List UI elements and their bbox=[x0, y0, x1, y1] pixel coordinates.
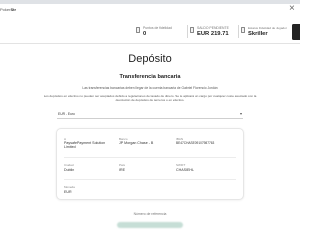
currency-select-value: EUR - Euro bbox=[58, 112, 75, 116]
info-text-cash-policy: Los depósitos en efectivo no pueden ser … bbox=[43, 94, 257, 103]
divider bbox=[187, 25, 188, 38]
stat-label-loyalty: Puntos de fidelidad bbox=[143, 26, 172, 30]
swift-value[interactable]: CHASIEHL bbox=[176, 168, 194, 172]
close-icon[interactable]: × bbox=[289, 4, 295, 14]
row-divider bbox=[64, 157, 236, 158]
status-icon bbox=[241, 27, 245, 33]
country-value: IRE bbox=[119, 168, 125, 172]
iban-value[interactable]: BE47CHASE09107987763 bbox=[176, 141, 214, 145]
section-title: Transferencia bancaria bbox=[119, 74, 181, 80]
header-divider bbox=[0, 43, 300, 44]
caret-down-icon: ▾ bbox=[239, 111, 242, 116]
loyalty-icon bbox=[136, 27, 140, 33]
city-label: Ciudad bbox=[64, 163, 74, 167]
brand-name: Str bbox=[10, 7, 17, 12]
window-top-bar bbox=[0, 0, 300, 4]
reference-label: Número de referencia bbox=[133, 212, 167, 216]
reference-number-blurred[interactable] bbox=[117, 222, 183, 228]
currency-label: Moneda bbox=[64, 185, 75, 189]
stat-value-status: Skriller bbox=[248, 31, 268, 37]
stat-label-status: Estatus Fidelidad de Jugador bbox=[248, 26, 287, 30]
country-label: País bbox=[119, 163, 126, 167]
wallet-icon bbox=[190, 27, 194, 33]
divider bbox=[238, 25, 239, 38]
stat-value-pending: EUR 219.71 bbox=[197, 31, 229, 37]
page-title: Depósito bbox=[128, 53, 172, 65]
bank-details-card bbox=[56, 128, 244, 200]
city-value: Dublin bbox=[64, 168, 75, 172]
info-text-account: Las transferencias bancarias deben llega… bbox=[82, 86, 218, 90]
brand-prefix: Poker bbox=[0, 7, 11, 12]
brand-logo[interactable]: PokerStr bbox=[0, 7, 16, 12]
stat-label-pending: SALDO PENDIENTE bbox=[197, 26, 229, 30]
payee-value: PaysafePayment Solution Limited bbox=[64, 141, 106, 150]
stat-value-loyalty: 0 bbox=[143, 31, 147, 37]
row-divider bbox=[64, 179, 236, 180]
swift-label: SWIFT bbox=[176, 163, 186, 167]
currency-value: EUR bbox=[64, 190, 72, 194]
bank-value: JP Morgan Chase - B bbox=[119, 141, 154, 145]
currency-select[interactable]: EUR - Euro ▾ bbox=[57, 111, 243, 119]
side-menu-tab[interactable] bbox=[292, 24, 300, 40]
